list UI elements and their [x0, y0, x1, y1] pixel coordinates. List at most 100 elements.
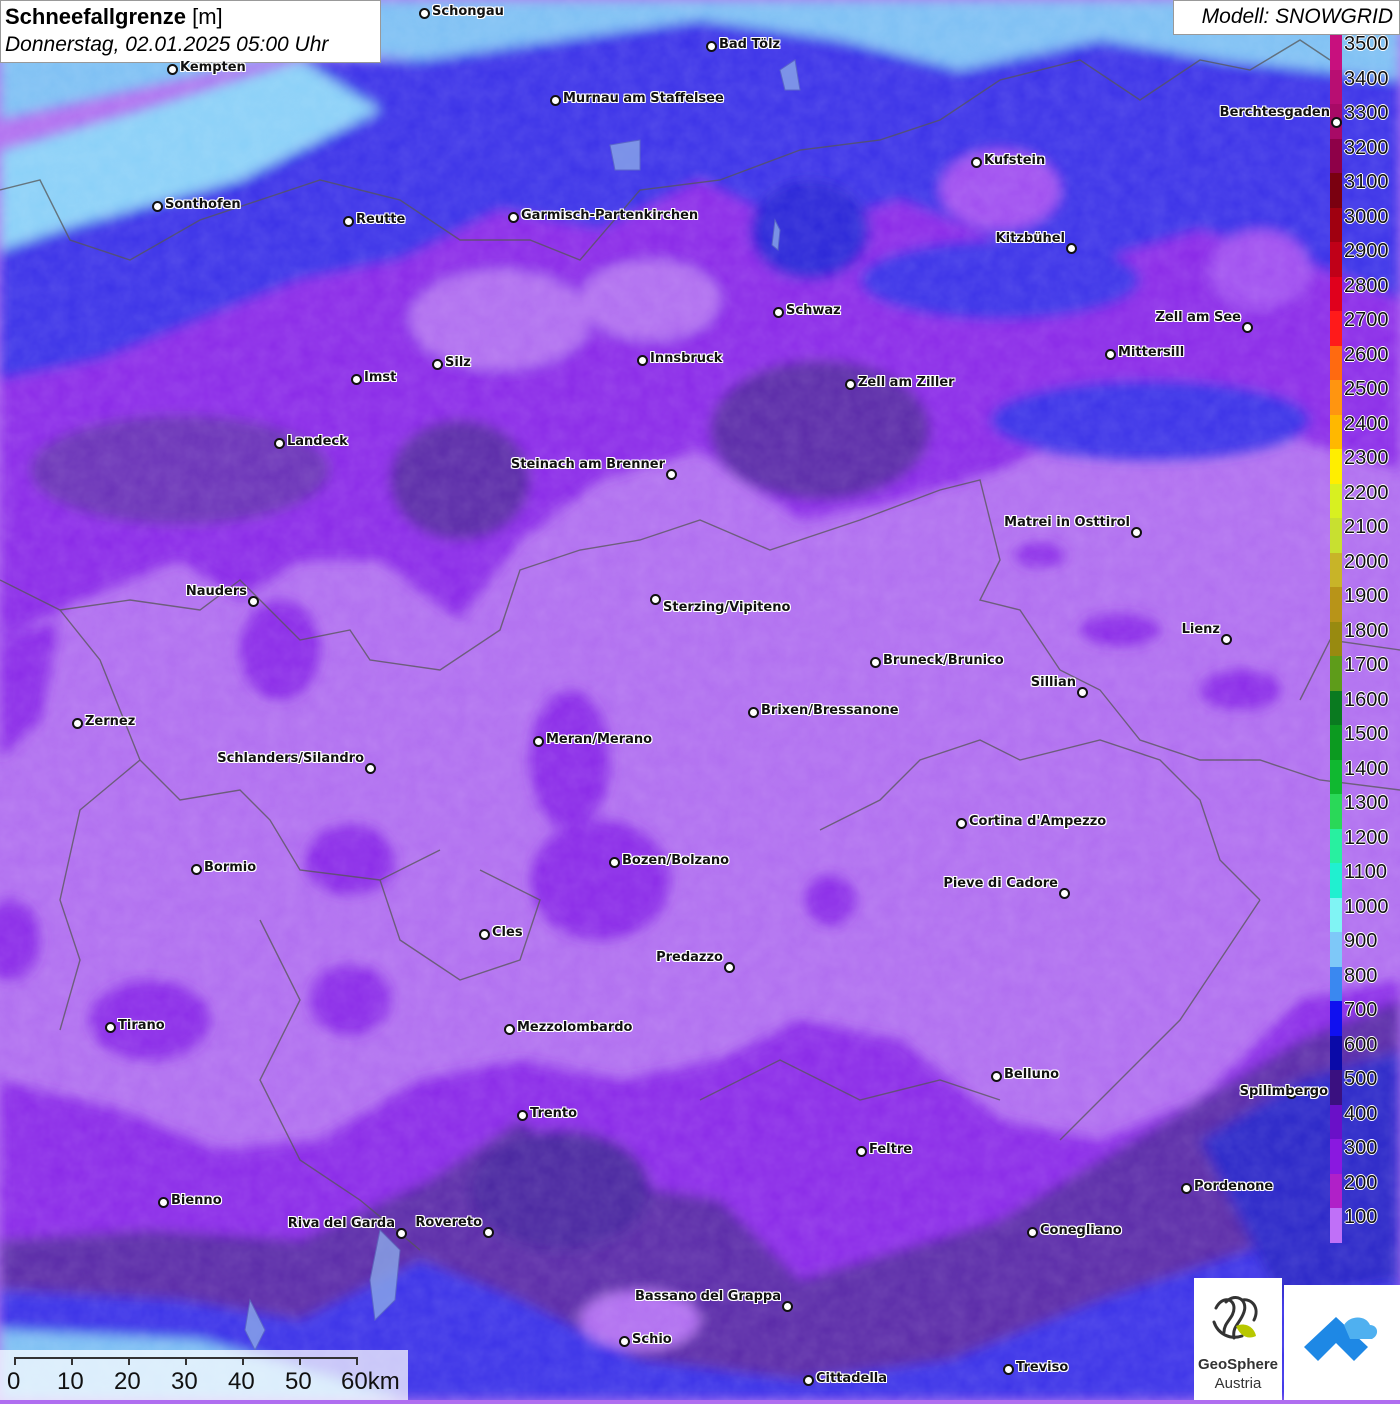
city-label[interactable]: Trento	[530, 1106, 577, 1121]
city-marker[interactable]	[1105, 349, 1116, 360]
city-label[interactable]: Treviso	[1016, 1360, 1068, 1375]
city-marker[interactable]	[650, 594, 661, 605]
city-marker[interactable]	[1003, 1364, 1014, 1375]
city-marker[interactable]	[748, 707, 759, 718]
city-marker[interactable]	[1181, 1183, 1192, 1194]
city-label[interactable]: Bozen/Bolzano	[622, 853, 729, 868]
city-marker[interactable]	[1242, 322, 1253, 333]
city-label[interactable]: Kempten	[180, 60, 246, 75]
city-marker[interactable]	[609, 857, 620, 868]
city-label[interactable]: Pieve di Cadore	[943, 876, 1058, 891]
city-marker[interactable]	[971, 157, 982, 168]
city-label[interactable]: Sillian	[1031, 675, 1076, 690]
city-label[interactable]: Schlanders/Silandro	[217, 751, 364, 766]
city-label[interactable]: Cles	[492, 925, 523, 940]
city-marker[interactable]	[1059, 888, 1070, 899]
city-label[interactable]: Conegliano	[1040, 1223, 1122, 1238]
city-marker[interactable]	[856, 1146, 867, 1157]
city-marker[interactable]	[666, 469, 677, 480]
city-marker[interactable]	[517, 1110, 528, 1121]
city-marker[interactable]	[706, 41, 717, 52]
city-marker[interactable]	[483, 1227, 494, 1238]
city-label[interactable]: Silz	[445, 355, 471, 370]
city-label[interactable]: Bassano del Grappa	[635, 1289, 781, 1304]
city-label[interactable]: Zell am Ziller	[858, 375, 955, 390]
city-label[interactable]: Nauders	[186, 584, 247, 599]
city-marker[interactable]	[72, 718, 83, 729]
city-marker[interactable]	[637, 355, 648, 366]
city-marker[interactable]	[991, 1071, 1002, 1082]
city-marker[interactable]	[152, 201, 163, 212]
city-marker[interactable]	[1066, 243, 1077, 254]
city-marker[interactable]	[1331, 117, 1342, 128]
city-marker[interactable]	[773, 307, 784, 318]
city-label[interactable]: Bruneck/Brunico	[883, 653, 1004, 668]
city-marker[interactable]	[432, 359, 443, 370]
city-marker[interactable]	[419, 8, 430, 19]
city-label[interactable]: Matrei in Osttirol	[1004, 515, 1130, 530]
city-marker[interactable]	[191, 864, 202, 875]
app-logo[interactable]	[1284, 1285, 1400, 1400]
city-marker[interactable]	[274, 438, 285, 449]
city-marker[interactable]	[1027, 1227, 1038, 1238]
city-label[interactable]: Belluno	[1004, 1067, 1059, 1082]
city-label[interactable]: Pordenone	[1194, 1179, 1273, 1194]
city-label[interactable]: Reutte	[356, 212, 405, 227]
city-label[interactable]: Sonthofen	[165, 197, 241, 212]
city-label[interactable]: Cittadella	[816, 1371, 887, 1386]
city-marker[interactable]	[396, 1228, 407, 1239]
city-marker[interactable]	[845, 379, 856, 390]
city-marker[interactable]	[508, 212, 519, 223]
city-marker[interactable]	[782, 1301, 793, 1312]
geosphere-logo[interactable]: GeoSphere Austria	[1194, 1278, 1282, 1400]
city-marker[interactable]	[533, 736, 544, 747]
city-label[interactable]: Schio	[632, 1332, 672, 1347]
city-label[interactable]: Imst	[364, 370, 396, 385]
city-label[interactable]: Bienno	[171, 1193, 222, 1208]
city-marker[interactable]	[1221, 634, 1232, 645]
city-label[interactable]: Predazzo	[656, 950, 723, 965]
city-label[interactable]: Brixen/Bressanone	[761, 703, 899, 718]
city-marker[interactable]	[550, 95, 561, 106]
city-marker[interactable]	[343, 216, 354, 227]
city-label[interactable]: Spilimbergo	[1240, 1084, 1328, 1099]
city-label[interactable]: Meran/Merano	[546, 732, 652, 747]
city-label[interactable]: Bormio	[204, 860, 256, 875]
city-label[interactable]: Tirano	[118, 1018, 165, 1033]
city-label[interactable]: Kufstein	[984, 153, 1045, 168]
city-label[interactable]: Rovereto	[415, 1215, 482, 1230]
city-label[interactable]: Sterzing/Vipiteno	[663, 600, 790, 615]
city-marker[interactable]	[105, 1022, 116, 1033]
city-marker[interactable]	[248, 596, 259, 607]
city-label[interactable]: Mezzolombardo	[517, 1020, 632, 1035]
city-label[interactable]: Murnau am Staffelsee	[563, 91, 724, 106]
city-label[interactable]: Zernez	[85, 714, 135, 729]
city-marker[interactable]	[1131, 527, 1142, 538]
city-marker[interactable]	[167, 64, 178, 75]
city-label[interactable]: Steinach am Brenner	[511, 457, 665, 472]
city-marker[interactable]	[158, 1197, 169, 1208]
city-label[interactable]: Mittersill	[1118, 345, 1184, 360]
city-marker[interactable]	[479, 929, 490, 940]
city-label[interactable]: Schongau	[432, 4, 504, 19]
city-label[interactable]: Garmisch-Partenkirchen	[521, 208, 698, 223]
city-marker[interactable]	[365, 763, 376, 774]
city-marker[interactable]	[1077, 687, 1088, 698]
city-label[interactable]: Landeck	[287, 434, 348, 449]
city-label[interactable]: Zell am See	[1155, 310, 1241, 325]
city-marker[interactable]	[619, 1336, 630, 1347]
city-label[interactable]: Feltre	[869, 1142, 912, 1157]
city-label[interactable]: Riva del Garda	[288, 1216, 395, 1231]
city-label[interactable]: Lienz	[1182, 622, 1220, 637]
city-marker[interactable]	[803, 1375, 814, 1386]
city-marker[interactable]	[504, 1024, 515, 1035]
city-label[interactable]: Innsbruck	[650, 351, 722, 366]
city-label[interactable]: Kitzbühel	[996, 231, 1065, 246]
city-marker[interactable]	[351, 374, 362, 385]
city-marker[interactable]	[956, 818, 967, 829]
city-marker[interactable]	[870, 657, 881, 668]
city-marker[interactable]	[724, 962, 735, 973]
city-label[interactable]: Bad Tölz	[719, 37, 780, 52]
city-label[interactable]: Cortina d'Ampezzo	[969, 814, 1106, 829]
city-label[interactable]: Berchtesgaden	[1220, 105, 1330, 120]
